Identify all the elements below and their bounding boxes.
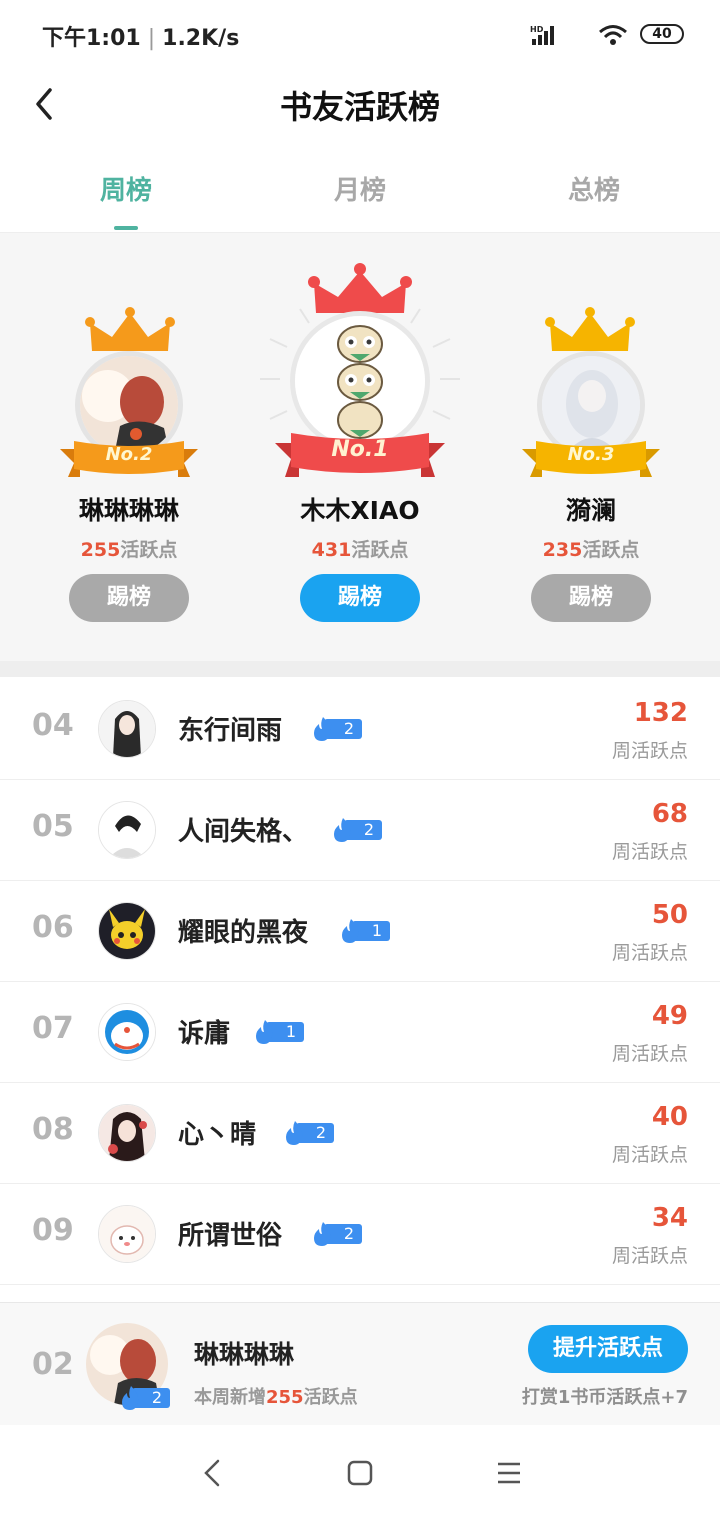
table-row[interactable]: 09 所谓世俗 2 34 周活跃点: [0, 1183, 720, 1285]
badge-label: No.3: [567, 444, 615, 465]
kick-button[interactable]: 踢榜: [69, 574, 189, 622]
level-badge: 2: [282, 1120, 334, 1145]
avatar[interactable]: [98, 700, 156, 758]
tab-weekly[interactable]: 周榜: [6, 170, 246, 207]
rank-number: 05: [32, 809, 74, 844]
points-label: 周活跃点: [611, 1043, 688, 1065]
header: 书友活跃榜: [0, 64, 720, 144]
rank-number: 06: [32, 910, 74, 945]
kick-button[interactable]: 踢榜: [531, 574, 651, 622]
nav-menu-icon[interactable]: [494, 1458, 524, 1488]
user-name: 琳琳琳琳: [194, 1340, 295, 1369]
rank-number: 04: [32, 708, 74, 743]
network-speed: 1.2K/s: [162, 26, 240, 51]
user-name: 耀眼的黑夜: [178, 918, 309, 948]
section-divider: [0, 661, 720, 677]
battery-icon: 40: [640, 24, 684, 44]
avatar[interactable]: [98, 801, 156, 859]
level-badge: 2: [118, 1385, 170, 1410]
my-rank-bar: 02 2 琳琳琳琳 本周新增255活跃点 提升活跃点 打赏1书币活跃点+7: [0, 1302, 720, 1426]
tab-bar: 周榜 月榜 总榜: [0, 150, 720, 233]
rank-number: 08: [32, 1112, 74, 1147]
nav-back-icon[interactable]: [198, 1455, 228, 1491]
user-name: 所谓世俗: [178, 1221, 283, 1251]
level-badge: 2: [330, 817, 382, 842]
avatar[interactable]: [98, 1205, 156, 1263]
flame-icon: [314, 717, 331, 741]
kick-button[interactable]: 踢榜: [300, 574, 420, 622]
level-badge: 2: [310, 716, 362, 741]
points-value: 40: [651, 1102, 688, 1132]
badge-label: No.2: [105, 444, 153, 465]
tab-monthly[interactable]: 月榜: [240, 170, 480, 207]
table-row[interactable]: 04 东行间雨 2 132 周活跃点: [0, 678, 720, 780]
flame-icon: [314, 1222, 331, 1246]
podium-third: No.3 漪澜 235活跃点 踢榜: [476, 233, 706, 653]
podium-first: No.1 木木XIAO 431活跃点 踢榜: [245, 233, 475, 653]
svg-text:HD: HD: [530, 25, 544, 34]
user-name: 琳琳琳琳: [78, 496, 179, 525]
points-label: 周活跃点: [611, 1144, 688, 1166]
flame-icon: [342, 919, 359, 943]
badge-label: No.1: [331, 437, 389, 462]
crown-icon: [85, 307, 175, 351]
status-bar: 下午1:01 | 1.2K/s HD 40: [0, 0, 720, 64]
points: 255活跃点: [80, 539, 178, 561]
table-row[interactable]: 08 心丶晴 2 40 周活跃点: [0, 1082, 720, 1184]
tip-text: 打赏1书币活跃点+7: [521, 1387, 688, 1408]
points-label: 周活跃点: [611, 740, 688, 762]
flame-icon: [334, 818, 351, 842]
user-name: 木木XIAO: [300, 496, 420, 525]
flame-icon: [122, 1386, 139, 1410]
level-badge: 1: [338, 918, 390, 943]
points: 431活跃点: [311, 539, 409, 561]
flame-icon: [256, 1020, 273, 1044]
wifi-icon: [599, 25, 627, 45]
user-name: 诉庸: [178, 1019, 231, 1049]
table-row[interactable]: 07 诉庸 1 49 周活跃点: [0, 981, 720, 1083]
clock: 下午1:01: [42, 26, 141, 51]
signal-icon: HD: [530, 25, 554, 45]
points-label: 周活跃点: [611, 1245, 688, 1267]
table-row[interactable]: 06 耀眼的黑夜 1 50 周活跃点: [0, 880, 720, 982]
avatar[interactable]: [98, 1003, 156, 1061]
podium-second: No.2 琳琳琳琳 255活跃点 踢榜: [14, 233, 244, 653]
avatar[interactable]: [98, 902, 156, 960]
points-value: 34: [651, 1203, 688, 1233]
rank-number: 02: [32, 1347, 74, 1382]
boost-points-button[interactable]: 提升活跃点: [528, 1325, 688, 1373]
avatar[interactable]: [98, 1104, 156, 1162]
points-value: 49: [651, 1001, 688, 1031]
user-name: 东行间雨: [178, 716, 283, 746]
rank-number: 07: [32, 1011, 74, 1046]
nav-home-icon[interactable]: [345, 1458, 375, 1488]
tab-underline: [114, 226, 138, 230]
points-label: 周活跃点: [611, 841, 688, 863]
flame-icon: [286, 1121, 303, 1145]
user-name: 心丶晴: [178, 1120, 257, 1150]
podium: No.2 琳琳琳琳 255活跃点 踢榜 No.1 木木XIAO 431活跃点 踢…: [0, 233, 720, 661]
tab-total[interactable]: 总榜: [474, 170, 714, 207]
points-value: 132: [633, 698, 688, 728]
table-row[interactable]: 05 人间失格、 2 68 周活跃点: [0, 779, 720, 881]
crown-icon: [545, 307, 635, 351]
weekly-gain: 本周新增255活跃点: [194, 1387, 358, 1408]
points-value: 68: [651, 799, 688, 829]
level-badge: 2: [310, 1221, 362, 1246]
user-name: 漪澜: [565, 496, 616, 525]
system-nav-bar: [0, 1425, 720, 1520]
page-title: 书友活跃榜: [279, 88, 440, 126]
level-badge: 1: [252, 1019, 304, 1044]
points-value: 50: [651, 900, 688, 930]
points-label: 周活跃点: [611, 942, 688, 964]
user-name: 人间失格、: [178, 817, 309, 847]
status-time: 下午1:01 | 1.2K/s: [42, 26, 240, 51]
points: 235活跃点: [542, 539, 640, 561]
rank-number: 09: [32, 1213, 74, 1248]
